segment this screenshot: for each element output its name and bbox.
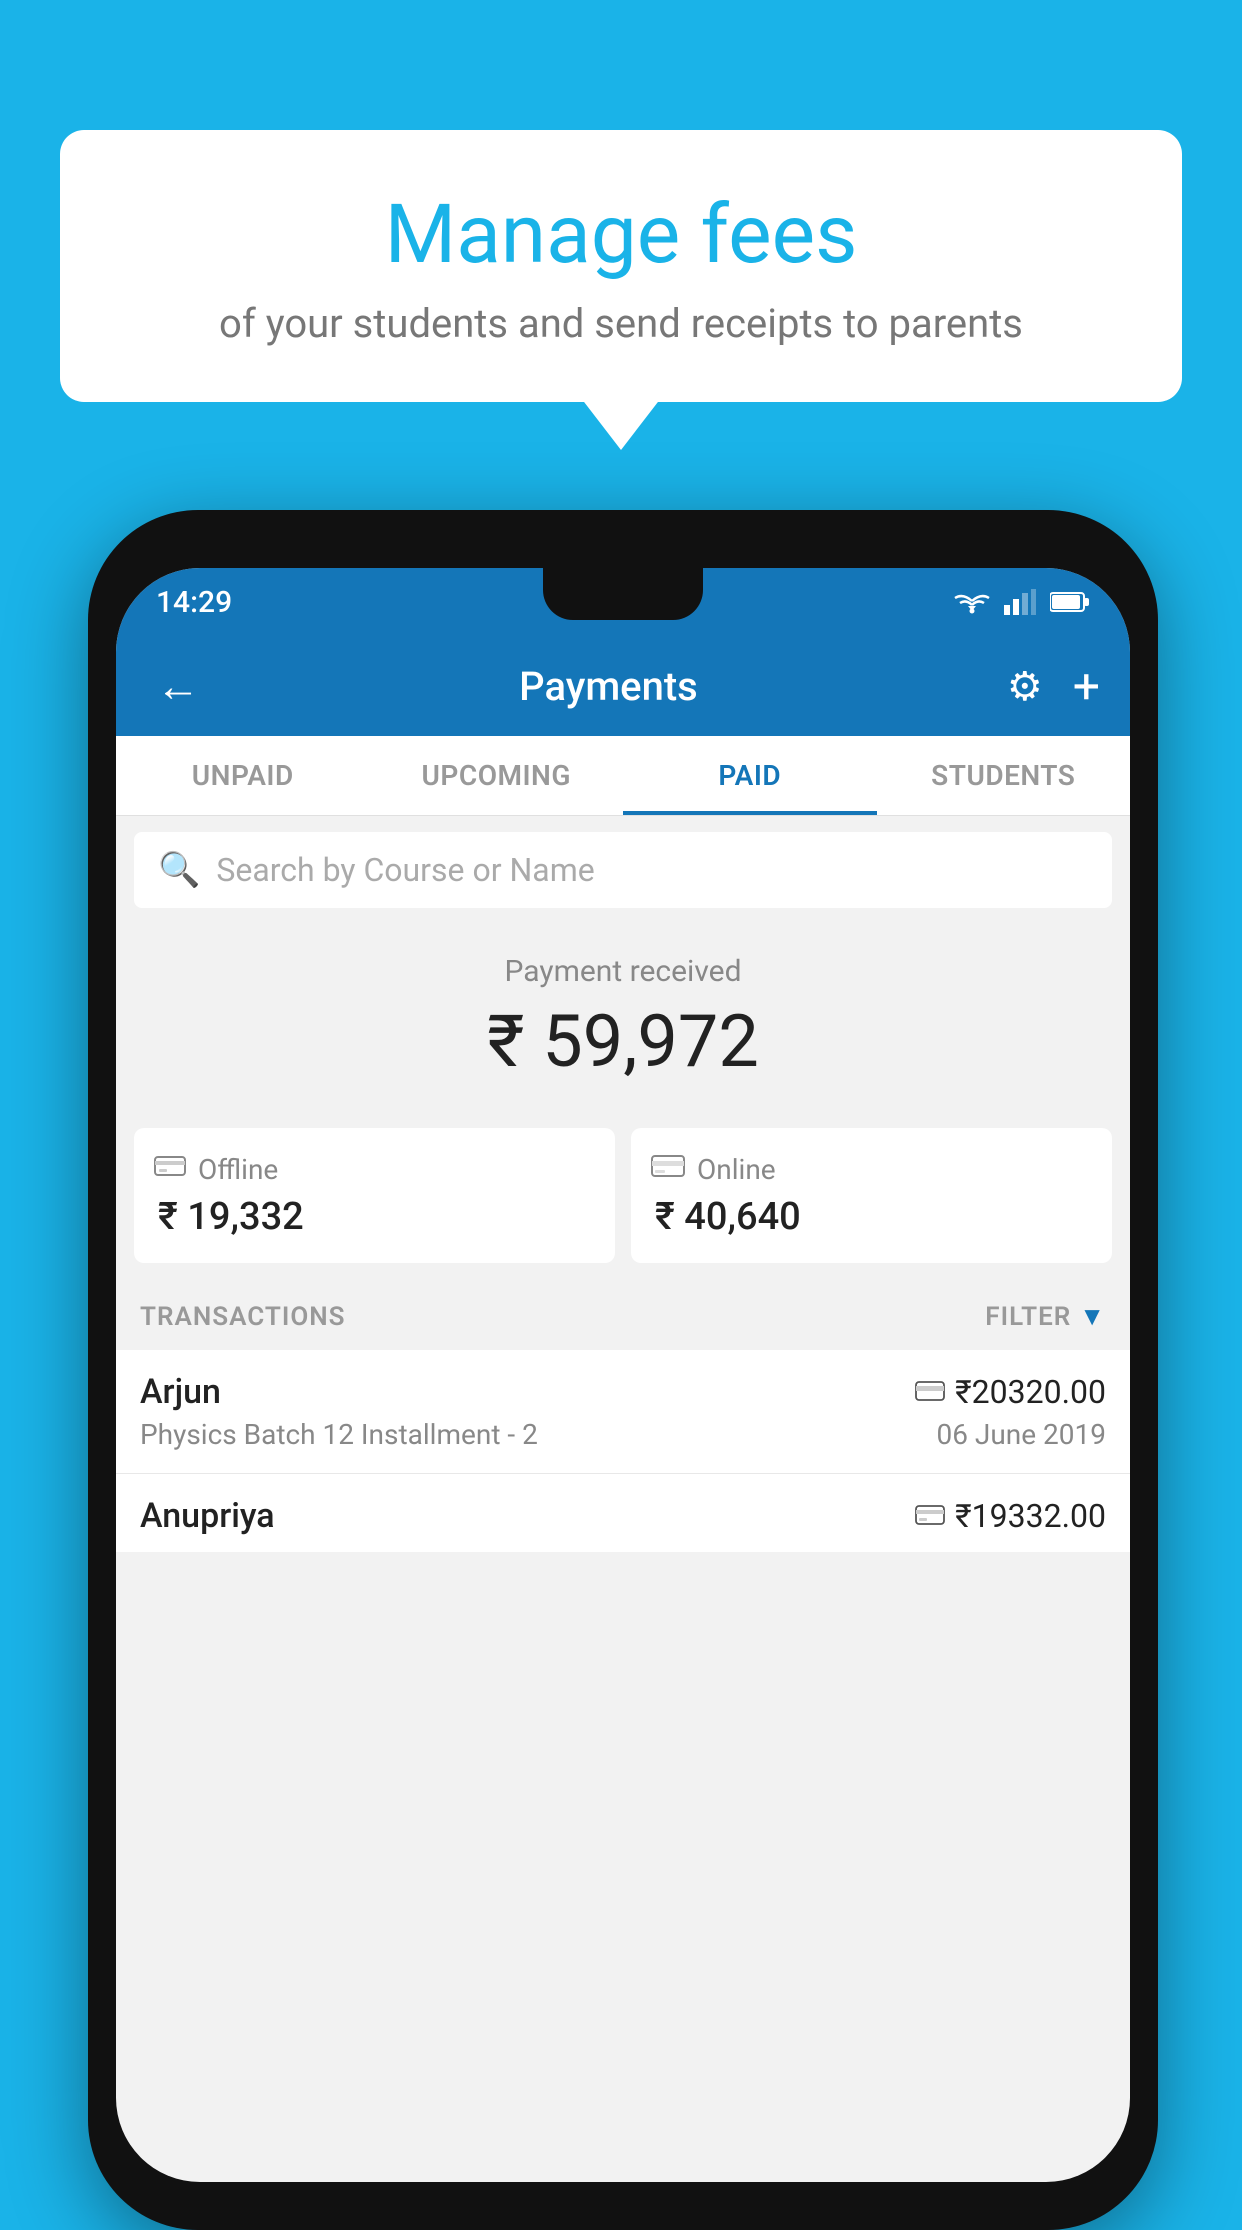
- online-amount: ₹ 40,640: [651, 1195, 1092, 1239]
- wifi-icon: [954, 589, 990, 615]
- filter-icon: ▼: [1079, 1301, 1106, 1332]
- payment-summary: Payment received ₹ 59,972: [116, 924, 1130, 1128]
- payment-total-amount: ₹ 59,972: [136, 999, 1110, 1084]
- search-icon: 🔍: [158, 850, 200, 890]
- content-area: 🔍 Search by Course or Name Payment recei…: [116, 816, 1130, 1552]
- transaction-top: Anupriya ₹19332.00: [140, 1496, 1106, 1536]
- speech-bubble-container: Manage fees of your students and send re…: [60, 130, 1182, 402]
- phone-frame: 14:29: [88, 510, 1158, 2230]
- tab-upcoming[interactable]: UPCOMING: [370, 736, 624, 815]
- cash-payment-icon: [915, 1500, 945, 1533]
- student-name: Anupriya: [140, 1496, 275, 1536]
- card-payment-icon: [915, 1376, 945, 1409]
- status-icons: [954, 589, 1090, 615]
- payment-received-label: Payment received: [136, 954, 1110, 989]
- battery-icon: [1050, 591, 1090, 613]
- offline-label: Offline: [198, 1153, 278, 1186]
- transaction-top: Arjun ₹20320.00: [140, 1372, 1106, 1412]
- offline-card: Offline ₹ 19,332: [134, 1128, 615, 1263]
- transaction-row[interactable]: Anupriya ₹19332.00: [116, 1474, 1130, 1552]
- amount-right: ₹19332.00: [915, 1497, 1106, 1535]
- add-icon[interactable]: +: [1073, 658, 1100, 715]
- filter-label: FILTER: [985, 1302, 1071, 1332]
- search-placeholder: Search by Course or Name: [216, 851, 594, 889]
- transaction-bottom: Physics Batch 12 Installment - 2 06 June…: [140, 1418, 1106, 1451]
- transaction-amount: ₹19332.00: [955, 1497, 1106, 1535]
- offline-card-header: Offline: [154, 1152, 595, 1187]
- status-time: 14:29: [156, 585, 232, 620]
- speech-bubble: Manage fees of your students and send re…: [60, 130, 1182, 402]
- cash-icon: [154, 1152, 186, 1187]
- offline-amount: ₹ 19,332: [154, 1195, 595, 1239]
- app-bar-title: Payments: [230, 663, 987, 710]
- student-name: Arjun: [140, 1372, 221, 1412]
- transactions-label: TRANSACTIONS: [140, 1302, 346, 1332]
- amount-right: ₹20320.00: [915, 1373, 1106, 1411]
- transaction-list: Arjun ₹20320.00 Physics: [116, 1350, 1130, 1552]
- search-bar[interactable]: 🔍 Search by Course or Name: [134, 832, 1112, 908]
- transaction-row[interactable]: Arjun ₹20320.00 Physics: [116, 1350, 1130, 1474]
- transaction-amount: ₹20320.00: [955, 1373, 1106, 1411]
- app-bar: ← Payments ⚙ +: [116, 636, 1130, 736]
- tab-unpaid[interactable]: UNPAID: [116, 736, 370, 815]
- transactions-header: TRANSACTIONS FILTER ▼: [116, 1283, 1130, 1350]
- tab-paid[interactable]: PAID: [623, 736, 877, 815]
- filter-button[interactable]: FILTER ▼: [985, 1301, 1106, 1332]
- tab-students[interactable]: STUDENTS: [877, 736, 1131, 815]
- date-detail: 06 June 2019: [936, 1418, 1106, 1451]
- app-bar-actions: ⚙ +: [1007, 658, 1100, 715]
- tabs-bar: UNPAID UPCOMING PAID STUDENTS: [116, 736, 1130, 816]
- payment-cards: Offline ₹ 19,332 Online: [134, 1128, 1112, 1263]
- online-card-header: Online: [651, 1152, 1092, 1187]
- phone-screen: 14:29: [116, 568, 1130, 2182]
- online-label: Online: [697, 1153, 776, 1186]
- course-detail: Physics Batch 12 Installment - 2: [140, 1418, 538, 1451]
- settings-icon[interactable]: ⚙: [1007, 663, 1043, 710]
- back-button[interactable]: ←: [146, 650, 210, 722]
- notch: [543, 568, 703, 620]
- bubble-title: Manage fees: [110, 190, 1132, 280]
- signal-icon: [1004, 589, 1036, 615]
- online-card: Online ₹ 40,640: [631, 1128, 1112, 1263]
- bubble-subtitle: of your students and send receipts to pa…: [110, 300, 1132, 347]
- card-icon: [651, 1152, 685, 1187]
